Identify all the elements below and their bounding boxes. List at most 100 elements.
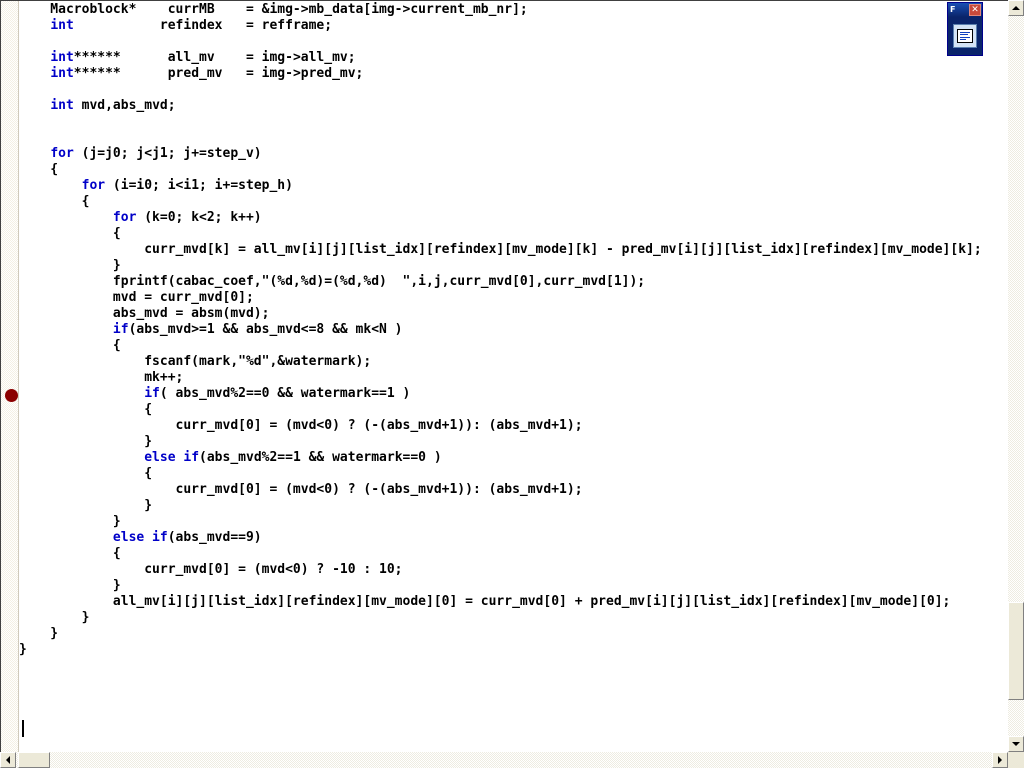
code-text: } (19, 434, 153, 449)
code-keyword: for (50, 146, 74, 161)
code-line: } (19, 610, 1008, 626)
code-line: all_mv[i][j][list_idx][refindex][mv_mode… (19, 594, 1008, 610)
code-keyword: for (112, 210, 137, 225)
chevron-right-icon (998, 756, 1002, 764)
code-text: mk++; (19, 370, 184, 385)
scroll-up-button[interactable] (1008, 0, 1024, 16)
code-text: { (19, 338, 121, 353)
code-keyword: int (50, 98, 74, 113)
code-text: Macroblock* currMB = &img->mb_data[img->… (19, 2, 528, 17)
floating-tool-palette[interactable]: F ✕ (947, 2, 983, 56)
editor-breakpoint-gutter[interactable] (1, 1, 19, 752)
code-text: } (19, 610, 90, 625)
code-text: abs_mvd = absm(mvd); (19, 306, 270, 321)
code-text: { (19, 546, 121, 561)
code-line: } (19, 578, 1008, 594)
code-keyword: for (81, 178, 106, 193)
scroll-left-button[interactable] (0, 752, 16, 768)
close-icon[interactable]: ✕ (969, 4, 981, 16)
code-line: mk++; (19, 370, 1008, 386)
code-line: } (19, 258, 1008, 274)
document-lines-icon[interactable] (953, 24, 977, 48)
application-window: Macroblock* currMB = &img->mb_data[img->… (0, 0, 1024, 768)
code-text: ****** all_mv = img->all_mv; (73, 50, 356, 65)
code-text: { (19, 162, 59, 177)
code-line: } (19, 642, 1008, 658)
floating-palette-title: F (950, 5, 956, 14)
code-line: fprintf(cabac_coef,"(%d,%d)=(%d,%d) ",i,… (19, 274, 1008, 290)
code-text-surface[interactable]: Macroblock* currMB = &img->mb_data[img->… (19, 2, 1008, 750)
vertical-scrollbar-thumb[interactable] (1008, 602, 1024, 700)
code-line: curr_mvd[0] = (mvd<0) ? (-(abs_mvd+1)): … (19, 418, 1008, 434)
code-editor-area[interactable]: Macroblock* currMB = &img->mb_data[img->… (0, 0, 1008, 752)
horizontal-scrollbar-thumb[interactable] (18, 752, 50, 768)
code-line: for (k=0; k<2; k++) (19, 210, 1008, 226)
document-lines-glyph (957, 29, 973, 43)
code-keyword: int (50, 50, 74, 65)
horizontal-scrollbar[interactable] (0, 752, 1024, 768)
chevron-up-icon (1012, 6, 1020, 10)
code-line: abs_mvd = absm(mvd); (19, 306, 1008, 322)
breakpoint-marker-icon[interactable] (5, 389, 18, 402)
chevron-down-icon (1012, 742, 1020, 746)
code-text: } (19, 258, 121, 273)
code-line: } (19, 434, 1008, 450)
scroll-right-button[interactable] (992, 752, 1008, 768)
code-line: Macroblock* currMB = &img->mb_data[img->… (19, 2, 1008, 18)
code-line: int mvd,abs_mvd; (19, 98, 1008, 114)
code-keyword: else if (144, 450, 200, 465)
code-line: for (j=j0; j<j1; j+=step_v) (19, 146, 1008, 162)
floating-palette-body (948, 17, 982, 55)
vertical-scrollbar[interactable] (1008, 0, 1024, 752)
code-line: { (19, 402, 1008, 418)
code-line: int****** all_mv = img->all_mv; (19, 50, 1008, 66)
code-text: (abs_mvd>=1 && abs_mvd<=8 && mk<N ) (128, 322, 403, 337)
code-text: ( abs_mvd%2==0 && watermark==1 ) (159, 386, 411, 401)
code-text: } (19, 498, 153, 513)
code-text: mvd,abs_mvd; (73, 98, 176, 113)
scroll-down-button[interactable] (1008, 736, 1024, 752)
code-lines-container: Macroblock* currMB = &img->mb_data[img->… (19, 2, 1008, 658)
code-text: curr_mvd[0] = (mvd<0) ? (-(abs_mvd+1)): … (19, 482, 583, 497)
code-text: (abs_mvd%2==1 && watermark==0 ) (199, 450, 442, 465)
code-line: { (19, 466, 1008, 482)
code-line: else if(abs_mvd==9) (19, 530, 1008, 546)
code-line: int refindex = refframe; (19, 18, 1008, 34)
text-caret (22, 720, 24, 737)
code-line: for (i=i0; i<i1; i+=step_h) (19, 178, 1008, 194)
code-text: curr_mvd[k] = all_mv[i][j][list_idx][ref… (19, 242, 982, 257)
code-line: curr_mvd[0] = (mvd<0) ? -10 : 10; (19, 562, 1008, 578)
code-text: { (19, 402, 153, 417)
code-text: (i=i0; i<i1; i+=step_h) (105, 178, 293, 193)
code-text: (k=0; k<2; k++) (136, 210, 262, 225)
code-text: { (19, 194, 90, 209)
code-line: int****** pred_mv = img->pred_mv; (19, 66, 1008, 82)
code-line: } (19, 498, 1008, 514)
code-line: curr_mvd[0] = (mvd<0) ? (-(abs_mvd+1)): … (19, 482, 1008, 498)
code-text: { (19, 466, 153, 481)
floating-palette-titlebar[interactable]: F ✕ (948, 3, 982, 17)
code-text: all_mv[i][j][list_idx][refindex][mv_mode… (19, 594, 951, 609)
code-text: fscanf(mark,"%d",&watermark); (19, 354, 372, 369)
code-line: if(abs_mvd>=1 && abs_mvd<=8 && mk<N ) (19, 322, 1008, 338)
code-line: fscanf(mark,"%d",&watermark); (19, 354, 1008, 370)
code-text: refindex = refframe; (73, 18, 333, 33)
code-keyword: int (50, 18, 74, 33)
code-line: else if(abs_mvd%2==1 && watermark==0 ) (19, 450, 1008, 466)
code-text: curr_mvd[0] = (mvd<0) ? -10 : 10; (19, 562, 403, 577)
code-line: { (19, 162, 1008, 178)
code-text: } (19, 578, 121, 593)
code-text: } (19, 514, 121, 529)
